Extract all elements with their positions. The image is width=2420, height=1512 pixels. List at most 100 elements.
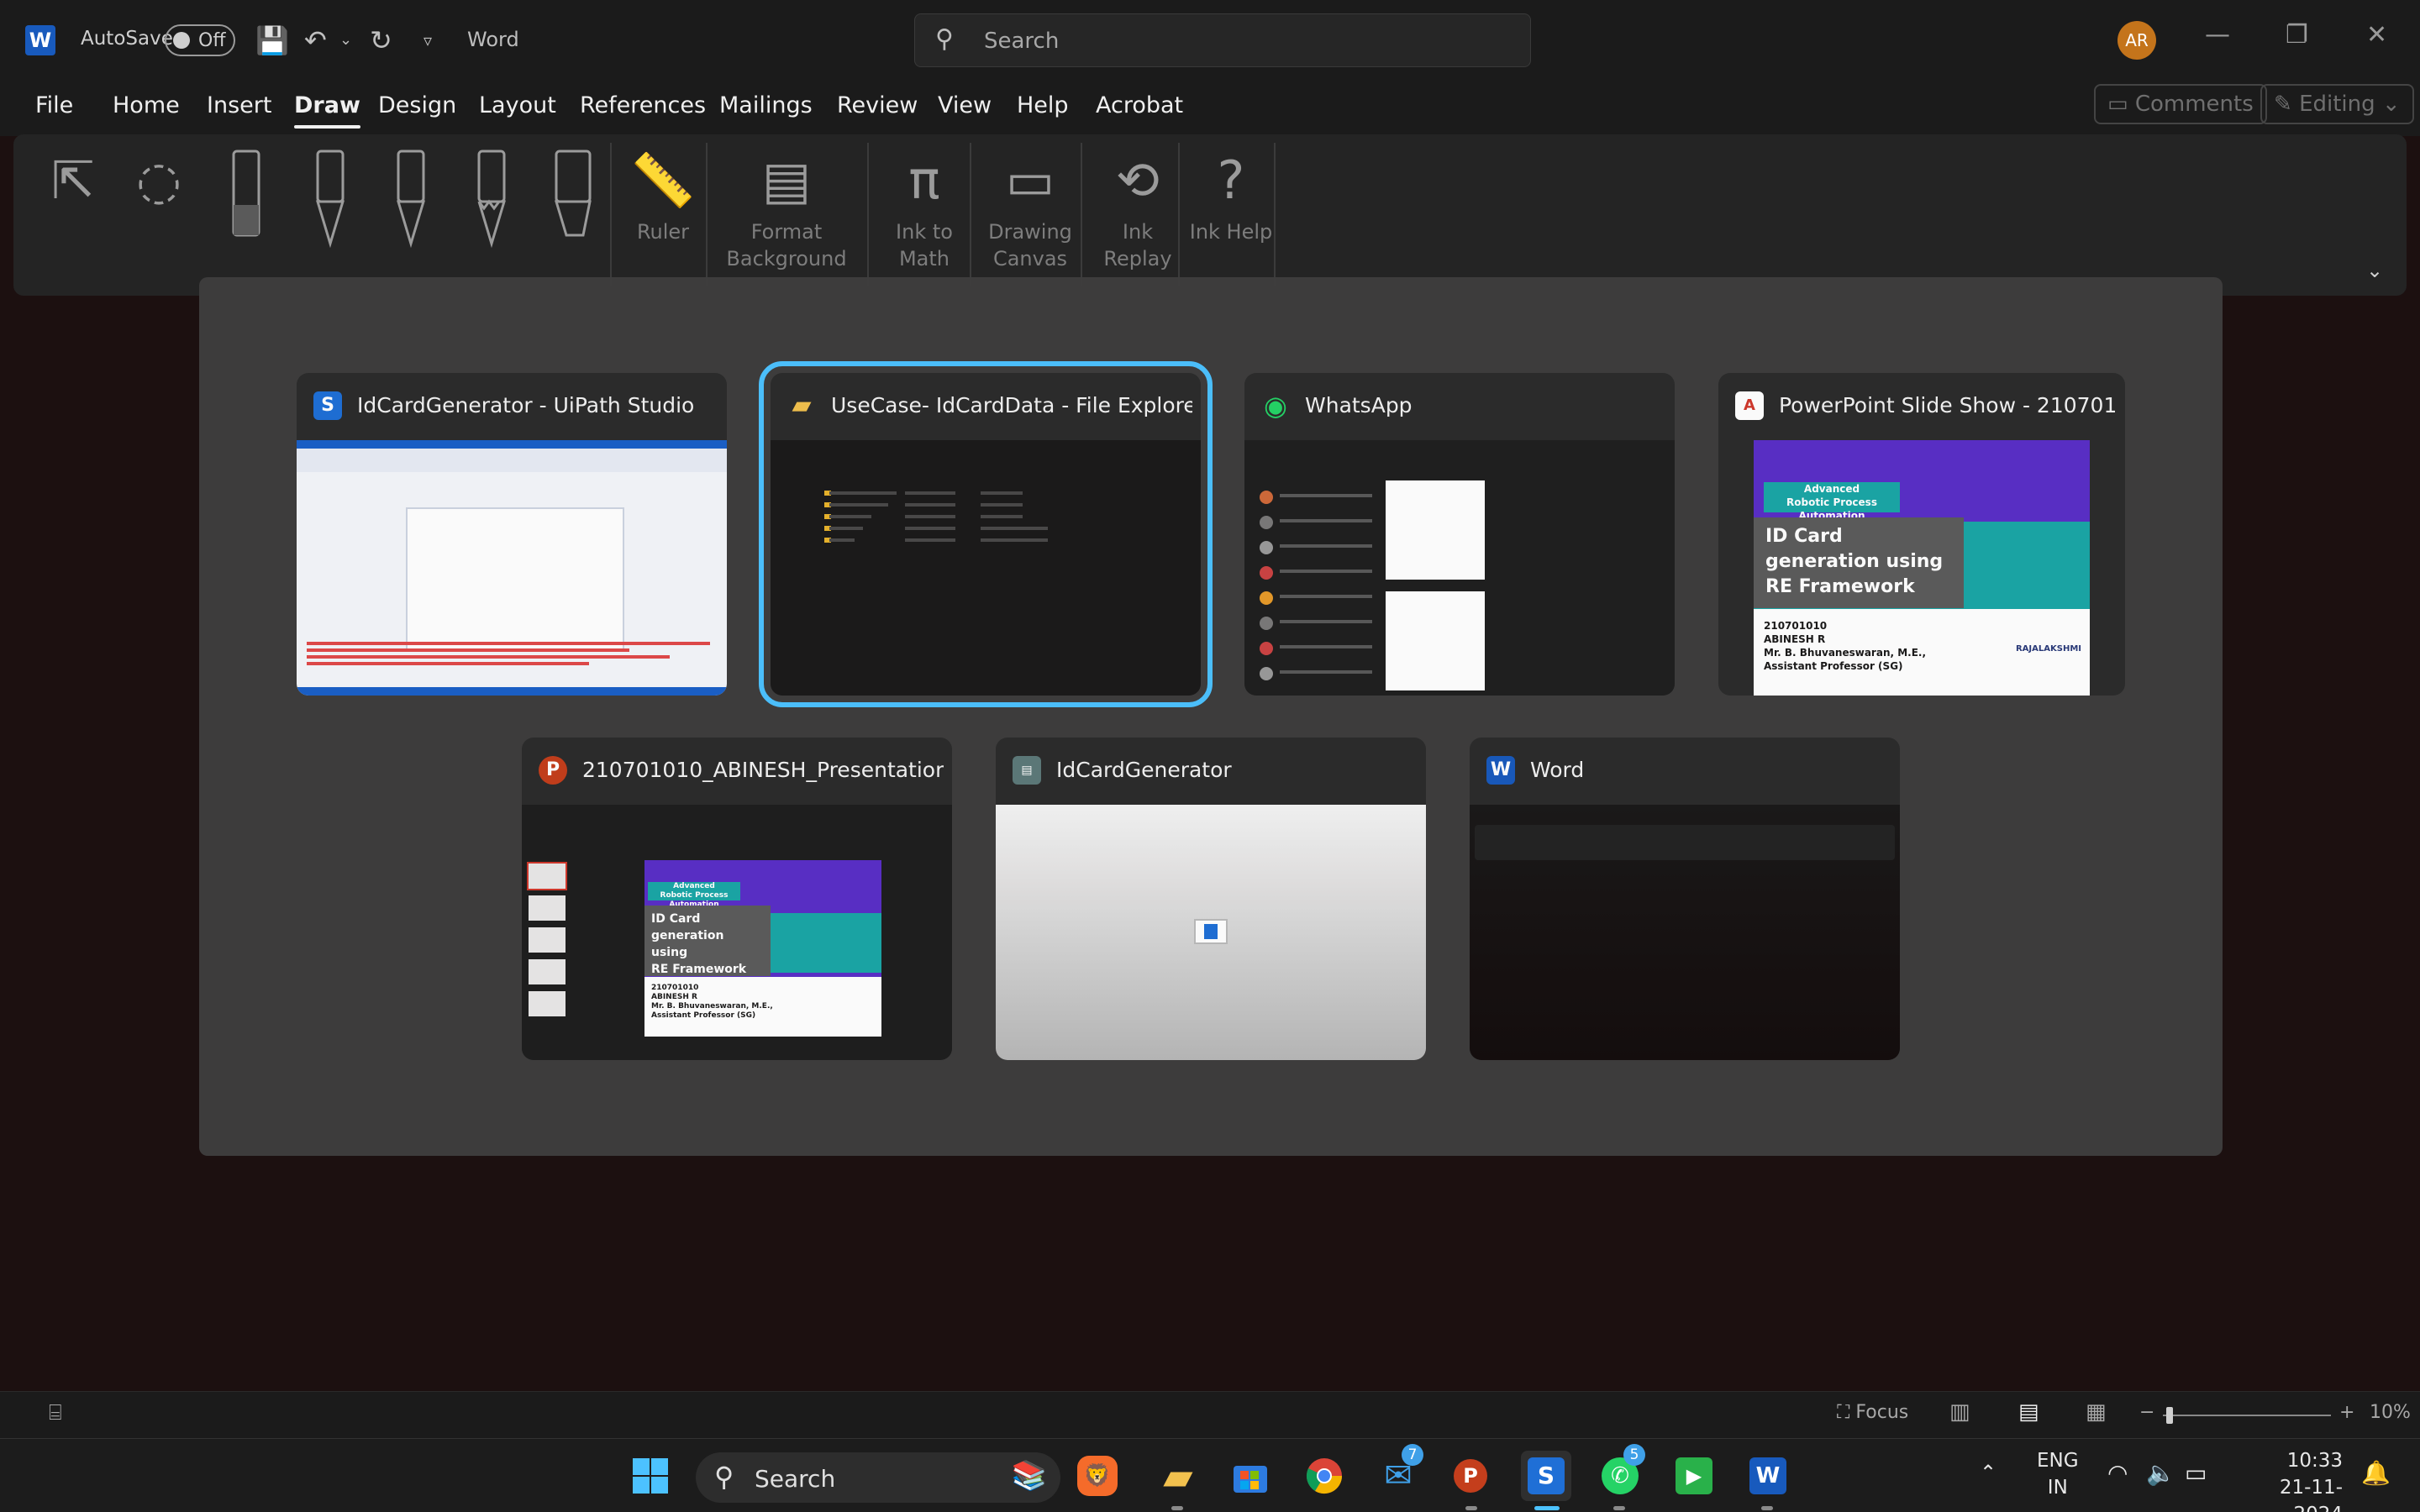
tab-mailings[interactable]: Mailings	[719, 92, 813, 118]
card-header: A PowerPoint Slide Show - 2107010...	[1718, 373, 2125, 440]
media-player-icon[interactable]: ▶	[1669, 1451, 1719, 1501]
tab-references[interactable]: References	[580, 92, 706, 118]
start-button[interactable]	[625, 1451, 676, 1501]
clock[interactable]: 10:33 21-11-2024	[2242, 1447, 2343, 1512]
zoom-in-icon[interactable]: +	[2339, 1402, 2354, 1423]
menu-bar: File Home Insert Draw Design Layout Refe…	[0, 81, 2420, 136]
wifi-icon[interactable]: ◠	[2107, 1459, 2128, 1487]
restore-icon[interactable]: ❐	[2286, 20, 2308, 50]
window-title: WhatsApp	[1305, 393, 1413, 417]
slide-title-line2: generation using	[651, 929, 724, 959]
tab-layout[interactable]: Layout	[479, 92, 556, 118]
drawing-canvas-icon: ▭	[1005, 150, 1055, 211]
chrome-icon[interactable]	[1299, 1451, 1349, 1501]
customize-toolbar-icon[interactable]: ▿	[424, 24, 432, 57]
pen-black-icon[interactable]	[304, 146, 355, 255]
ink-replay-icon: ⟲	[1116, 150, 1160, 211]
minimize-icon[interactable]: —	[2205, 20, 2230, 50]
tab-home[interactable]: Home	[113, 92, 180, 118]
ink-to-math-icon: π	[908, 150, 940, 211]
file-explorer-icon[interactable]: ▰	[1153, 1451, 1203, 1501]
pen-grey-icon[interactable]	[385, 146, 435, 255]
window-card-whatsapp[interactable]: ◉ WhatsApp	[1244, 373, 1675, 696]
window-card-word[interactable]: W Word	[1470, 738, 1900, 1060]
battery-icon[interactable]: ▭	[2185, 1459, 2207, 1487]
search-placeholder: Search	[984, 29, 1060, 54]
format-background-button[interactable]: ▤ Format Background	[716, 143, 857, 272]
ink-help-button[interactable]: ? Ink Help	[1185, 143, 1277, 245]
show-hidden-icons-icon[interactable]: ⌃	[1980, 1461, 1996, 1484]
ink-replay-label: Ink Replay	[1103, 220, 1172, 270]
zoom-slider-thumb[interactable]	[2166, 1407, 2173, 1424]
window-thumbnail	[996, 805, 1426, 1060]
focus-button[interactable]: ⛶ Focus	[1837, 1402, 1908, 1423]
undo-dropdown-icon[interactable]: ⌄	[339, 24, 352, 57]
zoom-slider[interactable]	[2163, 1407, 2331, 1424]
tab-help[interactable]: Help	[1017, 92, 1069, 118]
uipath-taskbar-icon[interactable]: S	[1521, 1451, 1571, 1501]
powerpoint-taskbar-icon[interactable]: P	[1447, 1451, 1497, 1501]
toggle-knob	[173, 32, 190, 49]
slide-designation: Assistant Professor (SG)	[651, 1011, 756, 1020]
microsoft-store-icon[interactable]	[1225, 1451, 1276, 1501]
window-card-uipath[interactable]: S IdCardGenerator - UiPath Studio	[297, 373, 727, 696]
task-view-panel: S IdCardGenerator - UiPath Studio ▰ UseC…	[199, 277, 2223, 1156]
ribbon-separator	[610, 143, 612, 286]
zoom-level[interactable]: 10%	[2370, 1402, 2411, 1423]
pencil-tool-icon[interactable]	[466, 146, 516, 255]
lasso-tool[interactable]: ◌	[121, 143, 197, 218]
tab-file[interactable]: File	[35, 92, 73, 118]
volume-icon[interactable]: 🔈	[2146, 1459, 2175, 1487]
web-layout-icon[interactable]: ▦	[2086, 1399, 2107, 1425]
save-icon[interactable]: 💾	[255, 24, 289, 57]
ribbon-separator	[970, 143, 971, 286]
comments-label: Comments	[2134, 92, 2254, 117]
app-window-icon: ▤	[1013, 756, 1041, 785]
select-tool[interactable]: ⇱	[44, 143, 103, 218]
window-card-file-explorer[interactable]: ▰ UseCase- IdCardData - File Explorer	[759, 361, 1213, 707]
read-mode-icon[interactable]: ▥	[1949, 1399, 1970, 1425]
outlook-badge: 7	[1402, 1444, 1423, 1466]
pencil-icon: ✎	[2274, 92, 2300, 117]
autosave-toggle[interactable]: Off	[165, 24, 235, 56]
comments-button[interactable]: ▭ Comments	[2094, 84, 2267, 124]
ribbon-expand-icon[interactable]: ⌄	[2366, 259, 2383, 282]
ink-replay-button[interactable]: ⟲ Ink Replay	[1087, 143, 1188, 272]
search-icon: ⚲	[935, 24, 954, 54]
active-indicator	[1534, 1506, 1560, 1510]
brave-browser-icon[interactable]: 🦁	[1077, 1456, 1118, 1496]
notification-bell-icon[interactable]: 🔔	[2361, 1459, 2391, 1487]
tab-insert[interactable]: Insert	[207, 92, 271, 118]
taskbar: ⚲ Search 📚 🦁 ▰ ✉ 7 P S ✆ 5 ▶ W ⌃ ENG IN …	[0, 1438, 2420, 1512]
editing-button[interactable]: ✎ Editing ⌄	[2260, 84, 2414, 124]
language-indicator[interactable]: ENG IN	[2037, 1447, 2079, 1501]
tab-draw[interactable]: Draw	[294, 92, 360, 129]
tab-acrobat[interactable]: Acrobat	[1096, 92, 1183, 118]
taskbar-search[interactable]: ⚲ Search 📚	[696, 1452, 1060, 1503]
highlighter-icon[interactable]	[543, 146, 602, 255]
redo-icon[interactable]: ↻	[370, 24, 392, 57]
window-card-idcardgenerator[interactable]: ▤ IdCardGenerator	[996, 738, 1426, 1060]
drawing-canvas-button[interactable]: ▭ Drawing Canvas	[976, 143, 1084, 272]
window-card-slideshow[interactable]: A PowerPoint Slide Show - 2107010... Adv…	[1718, 373, 2125, 696]
print-layout-icon[interactable]: ▤	[2018, 1399, 2039, 1425]
slide-designation: Assistant Professor (SG)	[1764, 659, 1903, 672]
card-header: ▤ IdCardGenerator	[996, 738, 1426, 805]
tab-design[interactable]: Design	[378, 92, 456, 118]
window-card-powerpoint[interactable]: P 210701010_ABINESH_Presentation - P... …	[522, 738, 952, 1060]
search-box[interactable]: ⚲ Search	[914, 13, 1531, 67]
zoom-out-icon[interactable]: −	[2139, 1402, 2154, 1423]
college-name: RAJALAKSHMI	[2015, 643, 2081, 654]
close-icon[interactable]: ✕	[2366, 20, 2387, 50]
ruler-button[interactable]: 📏 Ruler	[617, 143, 709, 245]
eraser-pen-icon[interactable]	[220, 146, 271, 247]
avatar[interactable]: AR	[2118, 21, 2156, 60]
undo-icon[interactable]: ↶	[304, 24, 327, 57]
accessibility-icon[interactable]: ⌸	[49, 1400, 62, 1426]
title-bar: W AutoSave Off 💾 ↶ ⌄ ↻ ▿ Word ⚲ Search A…	[0, 0, 2420, 81]
word-taskbar-icon[interactable]: W	[1743, 1451, 1793, 1501]
windows-logo-icon	[633, 1458, 668, 1494]
tab-view[interactable]: View	[938, 92, 992, 118]
ink-to-math-button[interactable]: π Ink to Math	[874, 143, 975, 272]
tab-review[interactable]: Review	[837, 92, 918, 118]
